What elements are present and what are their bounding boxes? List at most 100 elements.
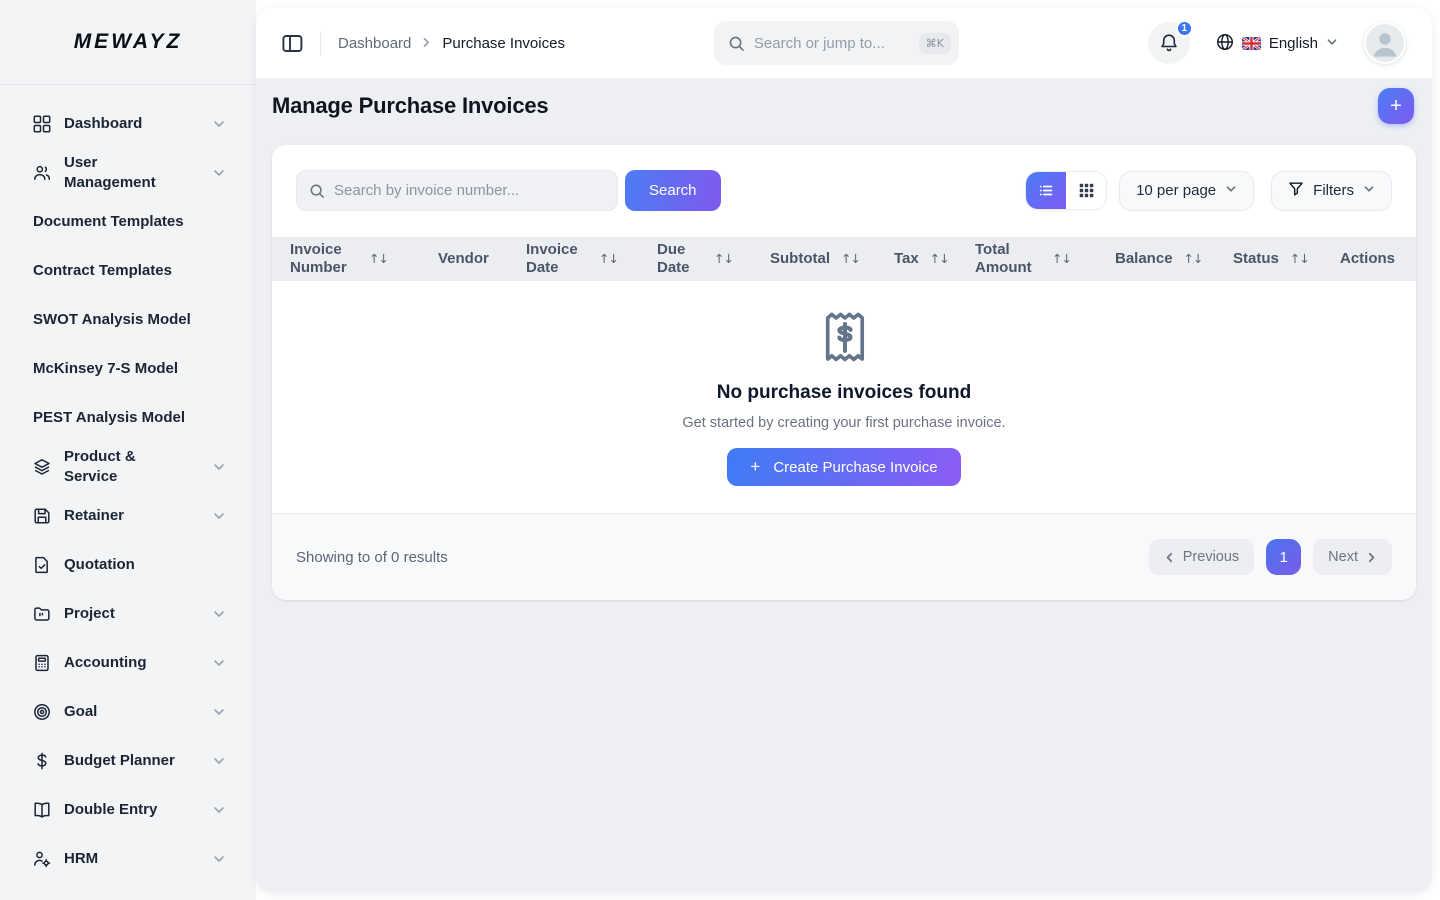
sidebar-item-swot-analysis[interactable]: SWOT Analysis Model <box>0 295 256 344</box>
chevron-down-icon <box>212 656 226 670</box>
layers-icon <box>33 458 51 476</box>
sidebar-item-hrm[interactable]: HRM <box>0 834 256 883</box>
content-area: Manage Purchase Invoices + Search by inv… <box>256 78 1432 892</box>
chevron-down-icon <box>1326 36 1338 51</box>
create-purchase-invoice-button[interactable]: + Create Purchase Invoice <box>727 448 961 486</box>
sidebar-item-mckinsey-7s[interactable]: McKinsey 7-S Model <box>0 344 256 393</box>
column-header-status[interactable]: Status ↑↓ <box>1233 250 1340 268</box>
next-page-button[interactable]: Next <box>1313 539 1392 575</box>
sidebar-item-budget-planner[interactable]: Budget Planner <box>0 736 256 785</box>
column-header-invoice-date[interactable]: Invoice Date ↑↓ <box>526 241 657 278</box>
sort-icon: ↑↓ <box>1289 251 1310 267</box>
dollar-icon <box>33 752 51 770</box>
chevron-right-icon <box>421 35 432 52</box>
sidebar-item-accounting[interactable]: Accounting <box>0 638 256 687</box>
sidebar-item-document-templates[interactable]: Document Templates <box>0 197 256 246</box>
sidebar-item-label: Retainer <box>64 506 125 524</box>
uk-flag-icon <box>1241 36 1261 50</box>
column-header-invoice-number[interactable]: Invoice Number ↑↓ <box>290 241 438 278</box>
sidebar-item-label: User Management <box>64 154 156 191</box>
sidebar-item-project[interactable]: Project <box>0 589 256 638</box>
chevron-down-icon <box>212 705 226 719</box>
keyboard-shortcut-badge: ⌘K <box>918 32 951 54</box>
divider <box>320 31 321 55</box>
calculator-icon <box>33 654 51 672</box>
sidebar-item-label: Product & Service <box>64 448 136 485</box>
sort-icon: ↑↓ <box>1052 251 1072 267</box>
chevron-right-icon <box>1368 552 1375 562</box>
grid-view-button[interactable] <box>1066 172 1107 209</box>
bell-icon <box>1161 34 1177 52</box>
per-page-select[interactable]: 10 per page <box>1119 170 1255 211</box>
list-view-button[interactable] <box>1026 172 1067 209</box>
filter-icon <box>1288 181 1304 201</box>
chevron-left-icon <box>1166 552 1172 562</box>
invoice-search-input[interactable] <box>334 182 605 199</box>
sidebar: MEWAYZ Dashboard User Management Documen… <box>0 0 256 900</box>
language-label: English <box>1268 34 1319 52</box>
view-toggle <box>1026 172 1107 209</box>
chevron-down-icon <box>212 754 226 768</box>
sidebar-item-retainer[interactable]: Retainer <box>0 491 256 540</box>
empty-state-subtitle: Get started by creating your first purch… <box>682 415 1006 431</box>
column-header-due-date[interactable]: Due Date ↑↓ <box>657 241 770 278</box>
sidebar-nav: Dashboard User Management Document Templ… <box>0 85 256 883</box>
sidebar-item-contract-templates[interactable]: Contract Templates <box>0 246 256 295</box>
sidebar-toggle-icon[interactable] <box>282 34 303 53</box>
breadcrumb-dashboard[interactable]: Dashboard <box>338 35 411 52</box>
sidebar-item-double-entry[interactable]: Double Entry <box>0 785 256 834</box>
global-search-input[interactable] <box>753 34 910 52</box>
plus-icon: + <box>750 457 761 476</box>
page-1-button[interactable]: 1 <box>1266 539 1302 575</box>
sidebar-item-quotation[interactable]: Quotation <box>0 540 256 589</box>
search-button[interactable]: Search <box>625 170 721 211</box>
sort-icon: ↑↓ <box>599 251 619 267</box>
sort-icon: ↑↓ <box>369 251 389 267</box>
search-icon <box>310 184 324 198</box>
sort-icon: ↑↓ <box>929 251 950 267</box>
grid-icon <box>33 115 51 133</box>
per-page-label: 10 per page <box>1136 182 1217 199</box>
column-header-balance[interactable]: Balance ↑↓ <box>1115 250 1233 268</box>
notification-count-badge: 1 <box>1175 20 1193 37</box>
table-footer: Showing to of 0 results Previous 1 Next <box>272 513 1416 600</box>
sidebar-item-label: Document Templates <box>33 212 184 230</box>
sidebar-item-label: PEST Analysis Model <box>33 408 185 426</box>
language-selector[interactable]: English <box>1216 33 1338 54</box>
brand-logo: MEWAYZ <box>73 30 183 53</box>
sidebar-item-product-service[interactable]: Product & Service <box>0 442 256 491</box>
main-panel: Dashboard Purchase Invoices ⌘K 1 English <box>256 8 1432 892</box>
add-invoice-button[interactable]: + <box>1378 88 1414 124</box>
sidebar-item-dashboard[interactable]: Dashboard <box>0 99 256 148</box>
column-header-subtotal[interactable]: Subtotal ↑↓ <box>770 250 894 268</box>
filters-button[interactable]: Filters <box>1271 170 1392 211</box>
filters-label: Filters <box>1313 182 1354 199</box>
sidebar-item-label: Budget Planner <box>64 751 175 769</box>
table-header: Invoice Number ↑↓ Vendor Invoice Date ↑↓… <box>272 237 1416 281</box>
chevron-down-icon <box>212 607 226 621</box>
notifications-button[interactable]: 1 <box>1147 20 1193 64</box>
sidebar-item-pest-analysis[interactable]: PEST Analysis Model <box>0 393 256 442</box>
list-icon <box>1039 185 1052 196</box>
sidebar-item-user-management[interactable]: User Management <box>0 148 256 197</box>
column-header-actions: Actions <box>1340 249 1396 267</box>
sidebar-item-label: SWOT Analysis Model <box>33 310 191 328</box>
invoice-search <box>296 170 618 211</box>
column-header-tax[interactable]: Tax ↑↓ <box>894 250 975 268</box>
column-header-total-amount[interactable]: Total Amount ↑↓ <box>975 241 1115 278</box>
empty-state-heading: No purchase invoices found <box>716 382 972 403</box>
global-search: ⌘K <box>713 21 959 65</box>
sidebar-item-goal[interactable]: Goal <box>0 687 256 736</box>
previous-page-button[interactable]: Previous <box>1148 539 1255 575</box>
sidebar-item-label: McKinsey 7-S Model <box>33 359 179 377</box>
chevron-down-icon <box>212 509 226 523</box>
empty-state: No purchase invoices found Get started b… <box>272 281 1416 513</box>
breadcrumb-current: Purchase Invoices <box>442 34 565 52</box>
avatar[interactable] <box>1364 22 1407 64</box>
sort-icon: ↑↓ <box>714 251 734 267</box>
sidebar-item-label: Accounting <box>64 653 147 671</box>
column-header-vendor: Vendor <box>438 249 489 267</box>
chevron-down-icon <box>1225 182 1237 199</box>
page-title: Manage Purchase Invoices <box>272 93 549 118</box>
results-summary: Showing to of 0 results <box>296 548 448 566</box>
